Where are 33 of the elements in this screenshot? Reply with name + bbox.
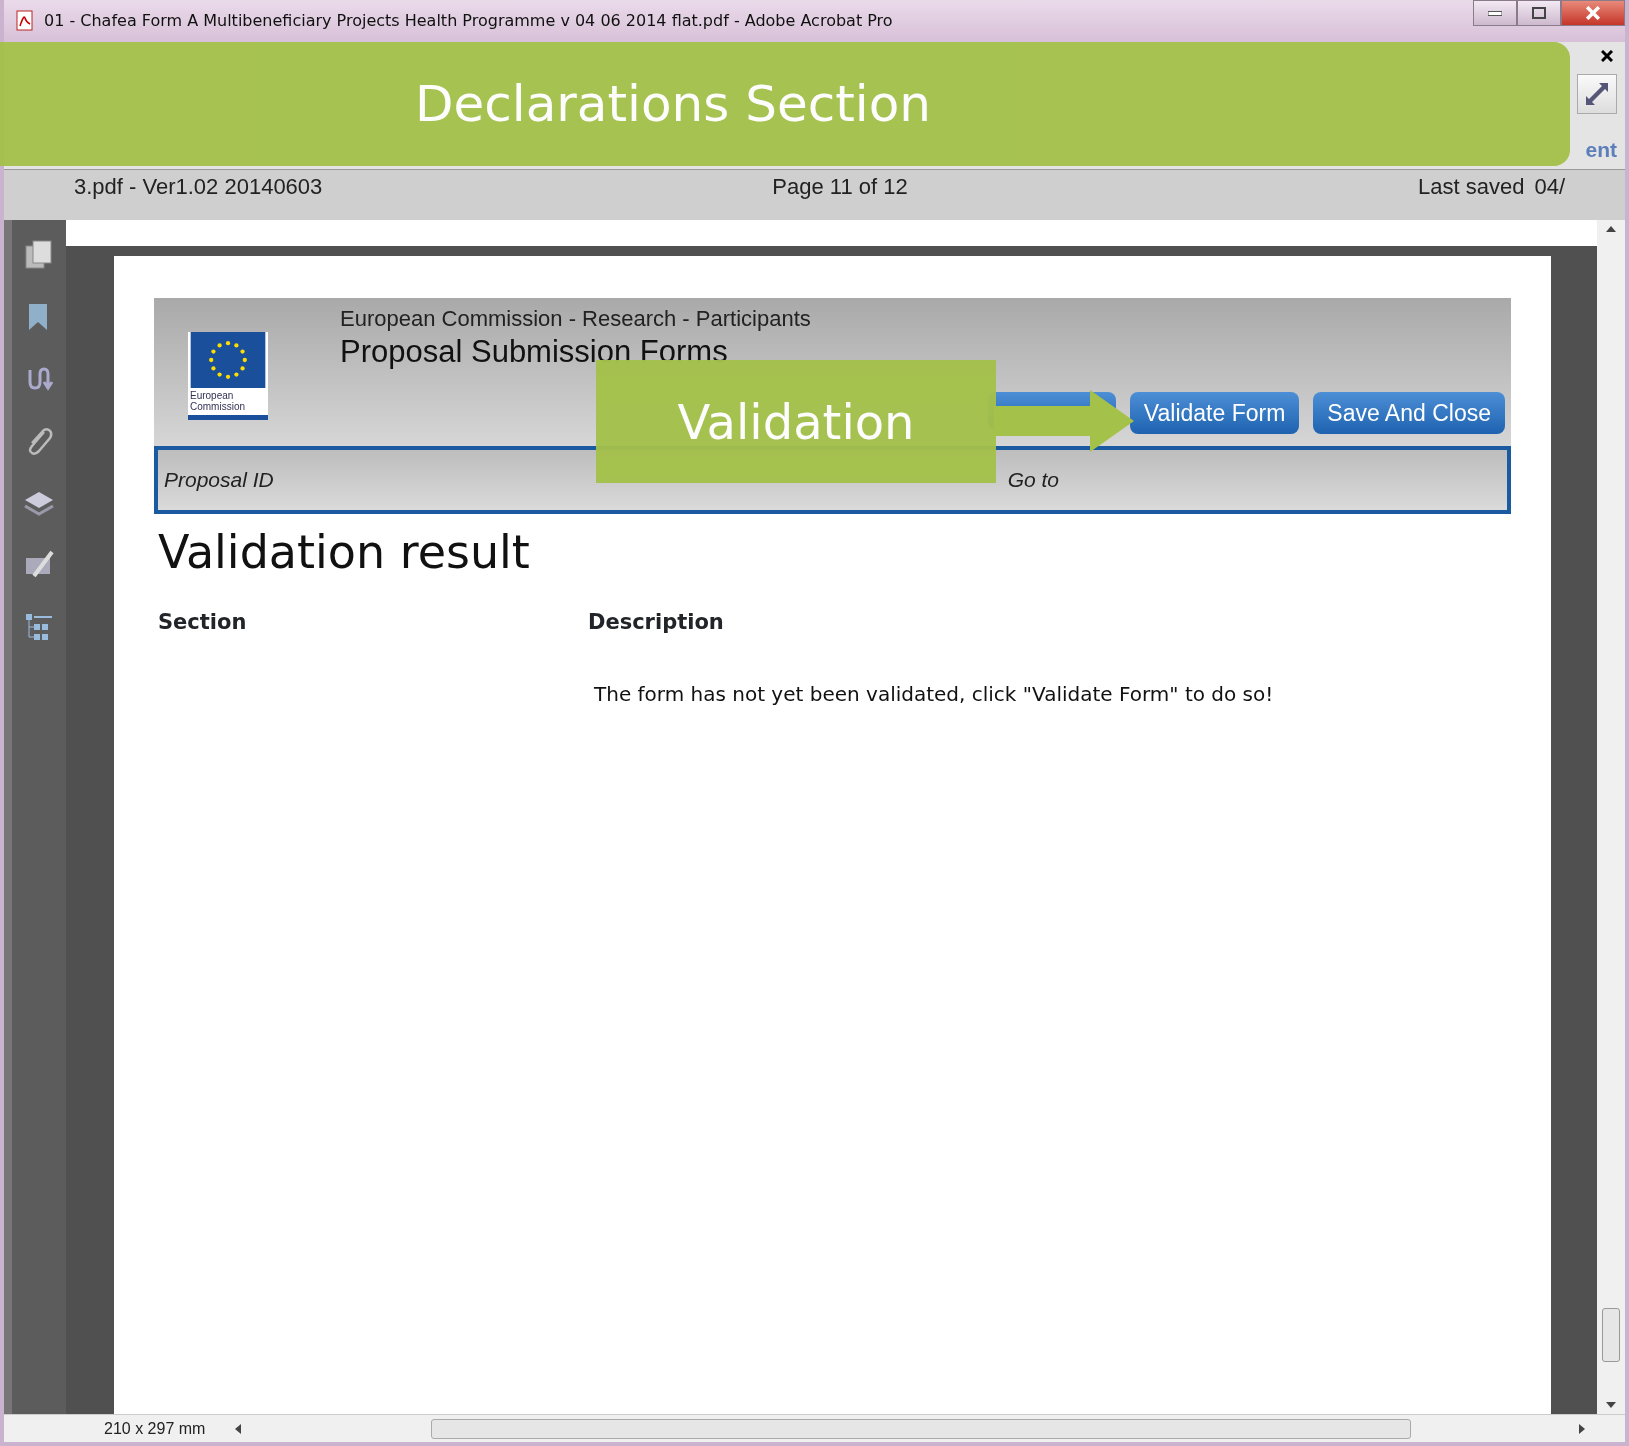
minimize-button[interactable] [1473, 0, 1517, 26]
full-screen-button[interactable] [1577, 74, 1617, 114]
scroll-down-icon[interactable] [1606, 1402, 1616, 1408]
callout-tooltip: Declarations Section [0, 42, 1570, 166]
form-button[interactable]: Validate Form [1129, 391, 1300, 434]
field-label: Proposal ID [164, 467, 274, 494]
logo-caption: European Commission [189, 389, 246, 414]
organization-name: European Commission - Research - Participants [340, 305, 811, 333]
page-size: 210 x 297 mm [104, 1418, 206, 1439]
validation-message: The form has not yet been validated, click "Validate Form" to do so! [594, 680, 1275, 708]
close-icon [1586, 6, 1600, 20]
scroll-left-icon[interactable] [235, 1423, 242, 1434]
page-number: Page 11 of 12 [772, 173, 908, 201]
scroll-up-icon[interactable] [1606, 226, 1616, 232]
column-header: Description [588, 609, 724, 636]
file-name: 3.pdf - Ver1.02 20140603 [74, 173, 323, 201]
last-saved-date: 04/ [1534, 173, 1565, 201]
comment-tab[interactable]: ent [1585, 133, 1617, 165]
window-title: 01 - Chafea Form A Multibeneficiary Projects Health Programme v 04 06 2014 flat.pdf - Adobe Acrobat Pro [44, 10, 893, 32]
result-heading: Validation result [158, 524, 531, 581]
close-button[interactable] [1561, 0, 1625, 26]
callout-tooltip: Validation [596, 360, 996, 483]
scroll-right-icon[interactable] [1579, 1423, 1585, 1434]
maximize-button[interactable] [1517, 0, 1561, 26]
pdf-file-icon [14, 10, 36, 32]
minimize-icon [1488, 10, 1502, 16]
last-saved-label: Last saved [1418, 173, 1525, 201]
field-label: Go to [1007, 467, 1059, 494]
close-icon [1601, 50, 1613, 63]
column-header: Section [158, 609, 248, 636]
form-button[interactable]: Save And Close [1313, 391, 1505, 434]
scroll-thumb[interactable] [1602, 1308, 1620, 1362]
maximize-icon [1532, 7, 1546, 19]
